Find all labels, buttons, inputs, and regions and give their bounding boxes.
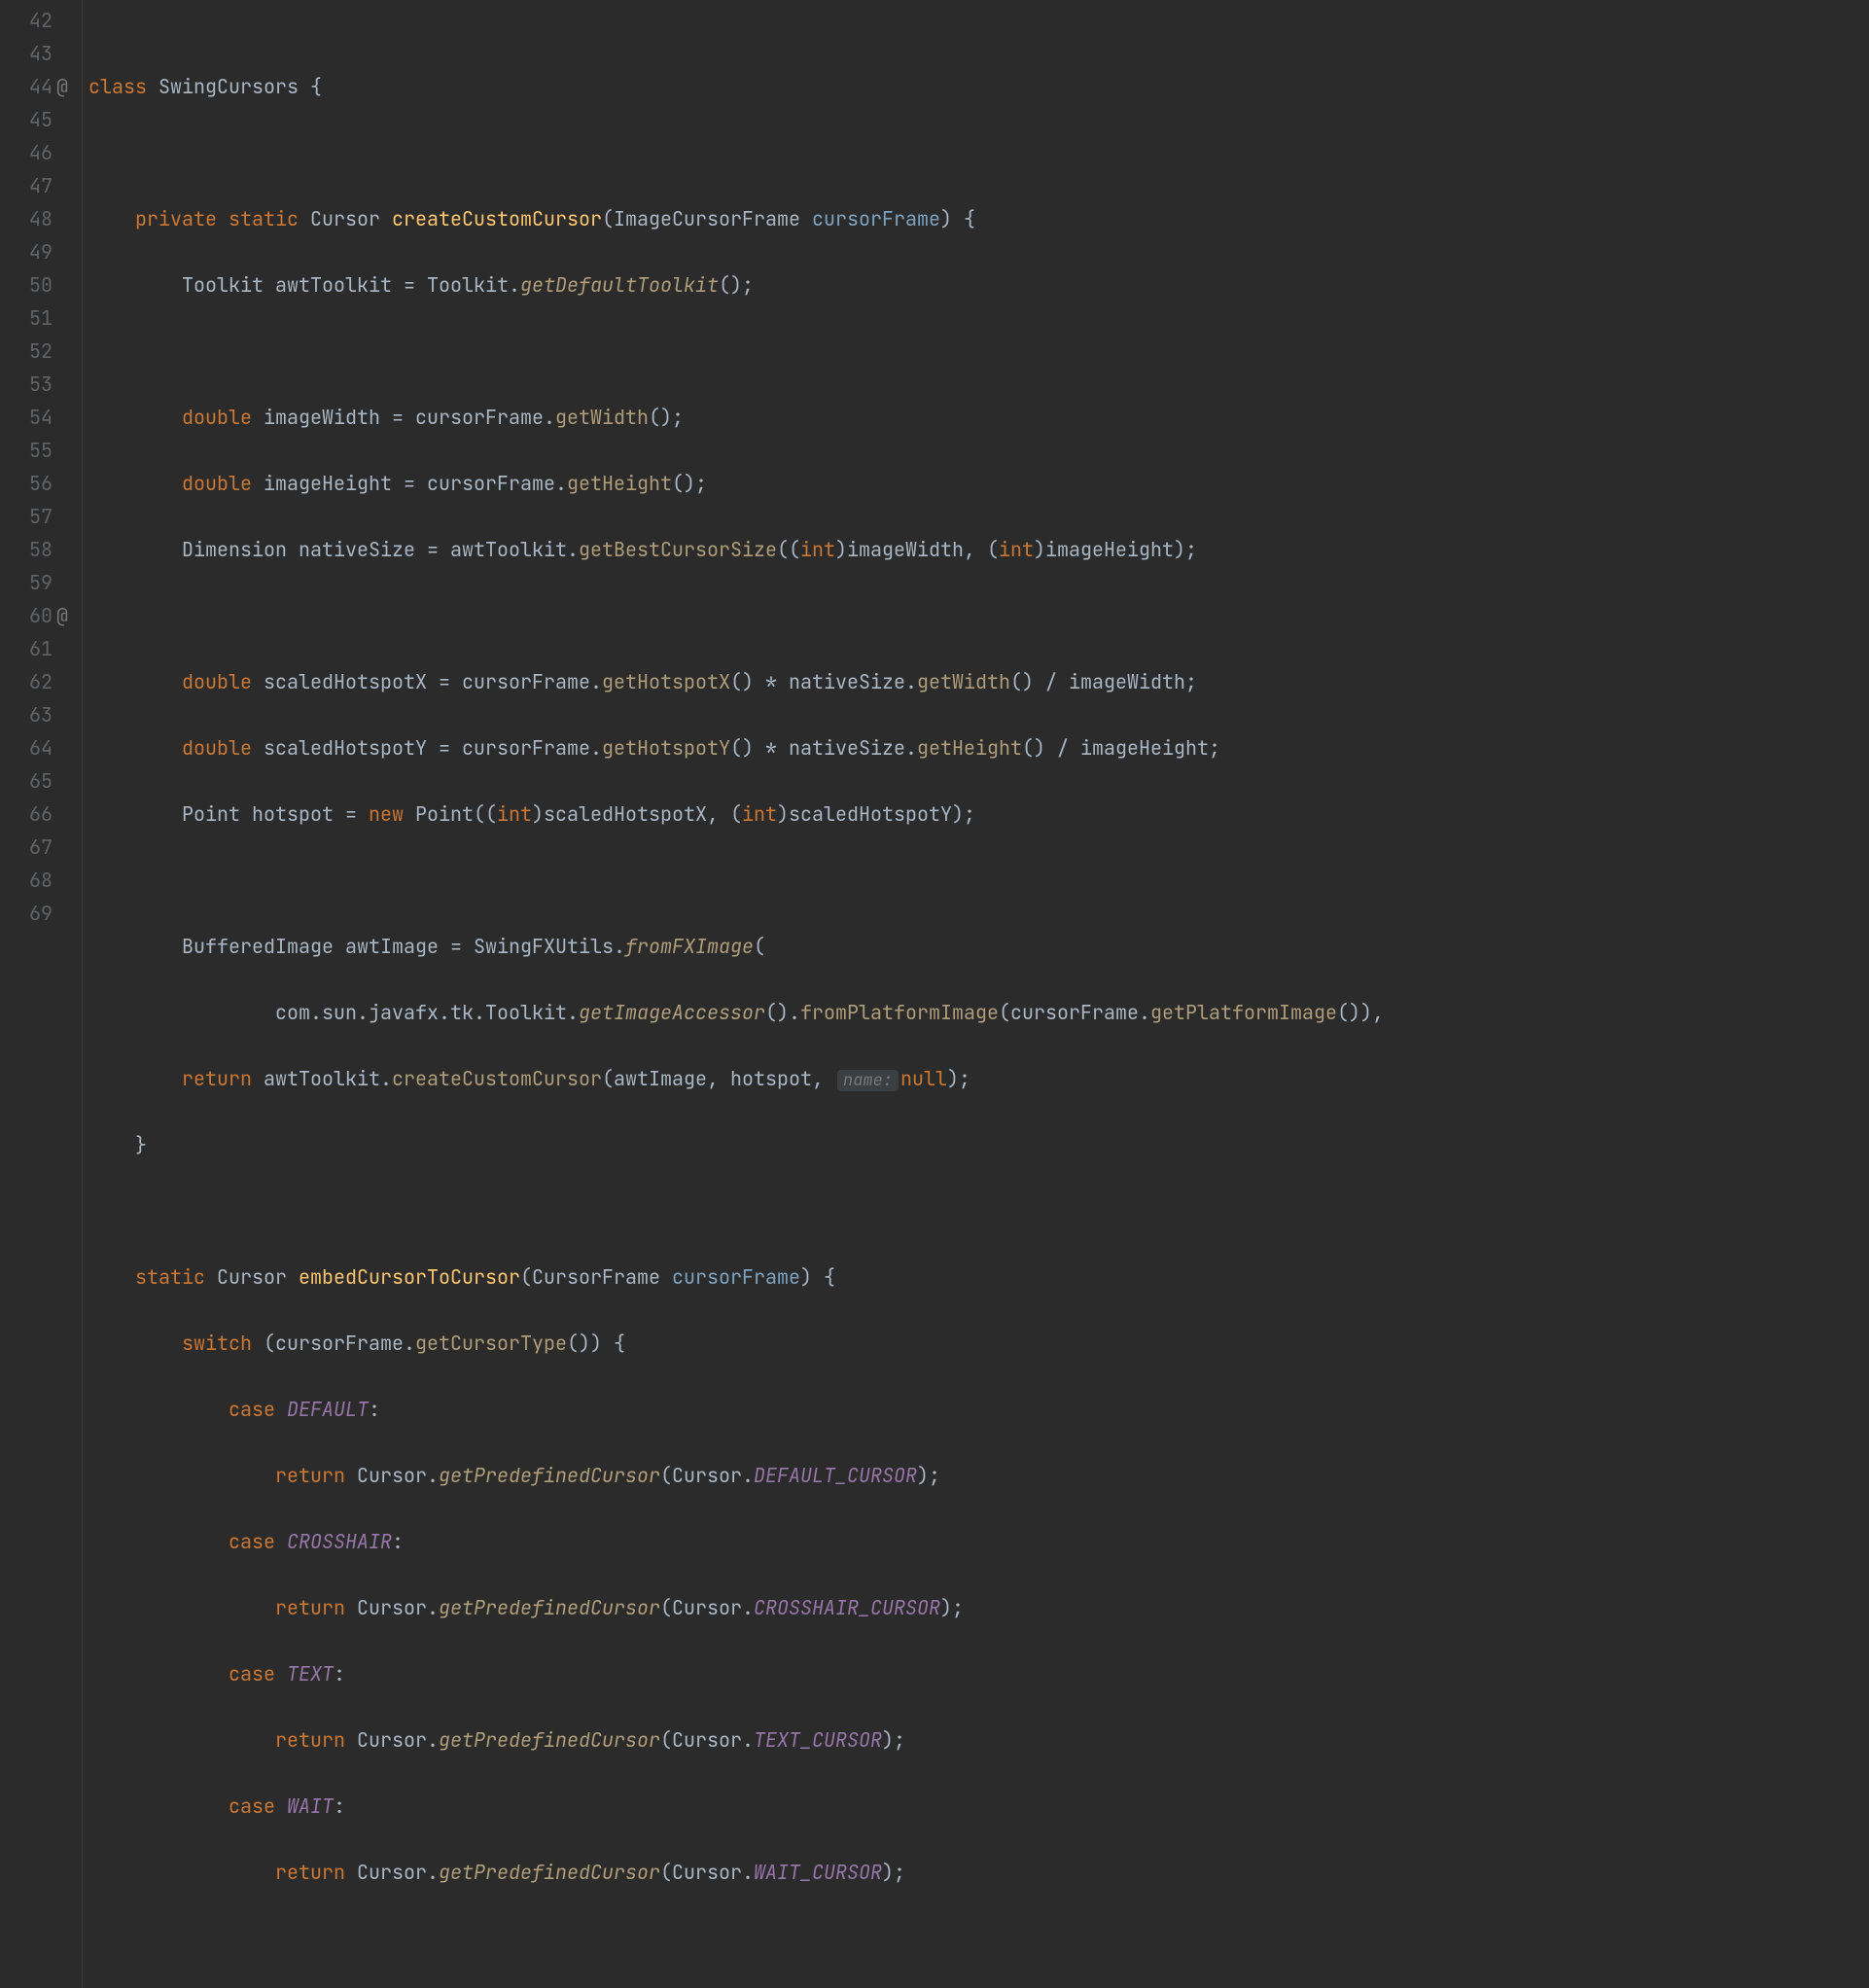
line-number: 60 <box>0 599 56 632</box>
code-line[interactable]: class SwingCursors { <box>88 70 1869 103</box>
line-number: 61 <box>0 632 56 665</box>
line-number: 69 <box>0 897 56 930</box>
code-area[interactable]: class SwingCursors { private static Curs… <box>82 0 1869 1988</box>
code-line[interactable]: return Cursor.getPredefinedCursor(Cursor… <box>88 1723 1869 1757</box>
line-number: 49 <box>0 235 56 268</box>
line-number: 63 <box>0 698 56 731</box>
code-line[interactable]: return Cursor.getPredefinedCursor(Cursor… <box>88 1856 1869 1889</box>
code-line[interactable] <box>88 1194 1869 1227</box>
line-number: 56 <box>0 467 56 500</box>
code-line[interactable]: static Cursor embedCursorToCursor(Cursor… <box>88 1260 1869 1294</box>
code-line[interactable]: switch (cursorFrame.getCursorType()) { <box>88 1327 1869 1360</box>
line-number: 46 <box>0 136 56 169</box>
code-line[interactable]: BufferedImage awtImage = SwingFXUtils.fr… <box>88 930 1869 963</box>
gutter-annotation <box>56 235 82 268</box>
line-number: 51 <box>0 302 56 335</box>
method-decl: createCustomCursor <box>392 206 602 231</box>
code-editor[interactable]: 4243444546474849505152535455565758596061… <box>0 0 1869 1988</box>
code-line[interactable]: case CROSSHAIR: <box>88 1525 1869 1558</box>
gutter-annotation <box>56 335 82 368</box>
line-number: 59 <box>0 566 56 599</box>
line-number: 67 <box>0 831 56 864</box>
line-number-gutter: 4243444546474849505152535455565758596061… <box>0 0 56 1988</box>
gutter-annotation <box>56 798 82 831</box>
line-number: 47 <box>0 169 56 202</box>
code-line[interactable] <box>88 136 1869 169</box>
line-number: 48 <box>0 202 56 235</box>
code-line[interactable]: } <box>88 1128 1869 1161</box>
code-line[interactable]: Toolkit awtToolkit = Toolkit.getDefaultT… <box>88 268 1869 302</box>
line-number: 55 <box>0 434 56 467</box>
code-line[interactable]: double scaledHotspotY = cursorFrame.getH… <box>88 731 1869 764</box>
code-line[interactable]: case DEFAULT: <box>88 1393 1869 1426</box>
annotation-gutter: @@ <box>56 0 82 1988</box>
line-number: 53 <box>0 368 56 401</box>
gutter-annotation <box>56 169 82 202</box>
code-line[interactable] <box>88 335 1869 368</box>
gutter-annotation <box>56 103 82 136</box>
line-number: 45 <box>0 103 56 136</box>
line-number: 42 <box>0 4 56 37</box>
gutter-annotation <box>56 136 82 169</box>
class-name: SwingCursors <box>159 74 299 99</box>
line-number: 65 <box>0 764 56 798</box>
code-line[interactable]: Dimension nativeSize = awtToolkit.getBes… <box>88 533 1869 566</box>
line-number: 50 <box>0 268 56 302</box>
code-line[interactable]: return awtToolkit.createCustomCursor(awt… <box>88 1062 1869 1095</box>
method-decl: embedCursorToCursor <box>299 1264 520 1290</box>
code-line[interactable]: case TEXT: <box>88 1657 1869 1690</box>
gutter-annotation <box>56 37 82 70</box>
line-number: 58 <box>0 533 56 566</box>
gutter-annotation <box>56 533 82 566</box>
gutter-annotation <box>56 665 82 698</box>
gutter-annotation <box>56 831 82 864</box>
line-number: 66 <box>0 798 56 831</box>
code-line[interactable]: com.sun.javafx.tk.Toolkit.getImageAccess… <box>88 996 1869 1029</box>
line-number: 64 <box>0 731 56 764</box>
line-number: 62 <box>0 665 56 698</box>
line-number: 43 <box>0 37 56 70</box>
code-line[interactable]: double imageWidth = cursorFrame.getWidth… <box>88 401 1869 434</box>
parameter-hint: name: <box>837 1070 899 1091</box>
gutter-annotation <box>56 566 82 599</box>
line-number: 44 <box>0 70 56 103</box>
gutter-annotation <box>56 268 82 302</box>
line-number: 52 <box>0 335 56 368</box>
code-line[interactable]: private static Cursor createCustomCursor… <box>88 202 1869 235</box>
code-line[interactable]: return Cursor.getPredefinedCursor(Cursor… <box>88 1591 1869 1624</box>
code-line[interactable] <box>88 599 1869 632</box>
gutter-annotation <box>56 467 82 500</box>
gutter-annotation: @ <box>56 599 82 632</box>
gutter-annotation <box>56 368 82 401</box>
code-line[interactable]: return Cursor.getPredefinedCursor(Cursor… <box>88 1459 1869 1492</box>
code-line[interactable] <box>88 864 1869 897</box>
code-line[interactable]: double scaledHotspotX = cursorFrame.getH… <box>88 665 1869 698</box>
code-line[interactable]: Point hotspot = new Point((int)scaledHot… <box>88 798 1869 831</box>
keyword: class <box>88 74 147 99</box>
gutter-annotation <box>56 864 82 897</box>
line-number: 57 <box>0 500 56 533</box>
gutter-annotation <box>56 500 82 533</box>
gutter-annotation <box>56 401 82 434</box>
gutter-annotation <box>56 4 82 37</box>
gutter-annotation <box>56 731 82 764</box>
code-line[interactable]: case WAIT: <box>88 1790 1869 1823</box>
gutter-annotation <box>56 698 82 731</box>
gutter-annotation <box>56 434 82 467</box>
line-number: 68 <box>0 864 56 897</box>
gutter-annotation <box>56 764 82 798</box>
code-line[interactable]: double imageHeight = cursorFrame.getHeig… <box>88 467 1869 500</box>
gutter-annotation: @ <box>56 70 82 103</box>
gutter-annotation <box>56 632 82 665</box>
gutter-annotation <box>56 897 82 930</box>
gutter-annotation <box>56 302 82 335</box>
line-number: 54 <box>0 401 56 434</box>
gutter-annotation <box>56 202 82 235</box>
